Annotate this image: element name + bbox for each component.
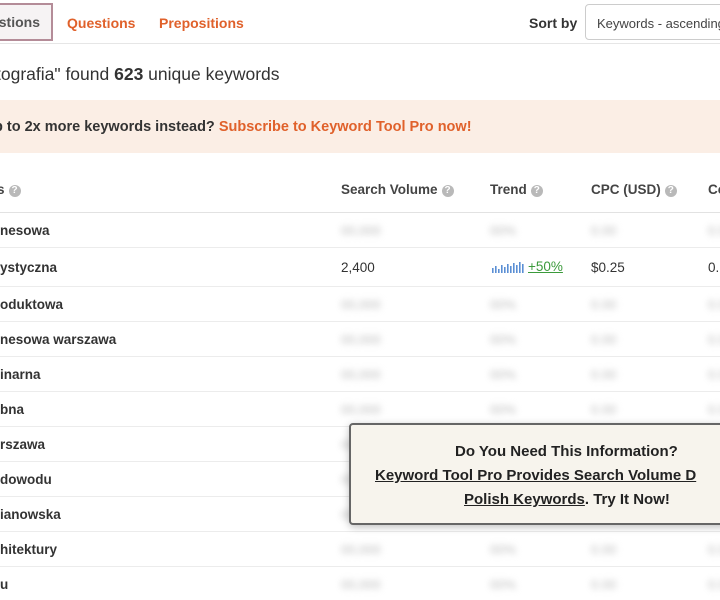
volume-cell-hidden: 00,000 [341,223,381,238]
trend-cell-hidden: 00% [490,367,517,382]
keyword-cell[interactable]: oduktowa [0,297,63,312]
volume-cell: 2,400 [341,260,375,275]
upgrade-banner: p to 2x more keywords instead? Subscribe… [0,100,720,153]
column-header-search-volume[interactable]: Search Volume? [341,182,454,197]
competition-cell: 0. [708,260,720,275]
volume-cell-hidden: 00,000 [341,542,381,557]
help-icon[interactable]: ? [441,185,454,197]
keyword-cell[interactable]: nesowa [0,223,50,238]
competition-cell-hidden: 0.0 [708,223,720,238]
column-header-competition[interactable]: Co [708,182,720,197]
upsell-popup: Do You Need This Information? Keyword To… [349,423,720,525]
popup-cta-text: . Try It Now! [584,491,670,508]
table-row: oduktowa 00,000 00% 0.00 0.0 [0,287,720,322]
tab-label: estions [0,14,40,30]
help-icon[interactable]: ? [664,185,677,197]
cpc-cell-hidden: 0.00 [591,542,617,557]
table-row: hitektury 00,000 00% 0.00 0.0 [0,532,720,567]
keyword-cell[interactable]: inarna [0,367,41,382]
trend-cell: +50% [492,259,563,274]
promo-message: p to 2x more keywords instead? [0,119,219,135]
volume-cell-hidden: 00,000 [341,367,381,382]
table-row: inarna 00,000 00% 0.00 0.0 [0,357,720,392]
popup-line3: Polish Keywords. Try It Now! [464,491,670,508]
cpc-cell-hidden: 0.00 [591,297,617,312]
volume-cell-hidden: 00,000 [341,332,381,347]
summary-prefix: tografia" found [0,64,115,84]
promo-text: p to 2x more keywords instead? Subscribe… [0,119,472,135]
table-row: nesowa warszawa 00,000 00% 0.00 0.0 [0,322,720,357]
column-header-cpc[interactable]: CPC (USD)? [591,182,677,197]
keyword-cell[interactable]: bna [0,402,24,417]
results-summary: tografia" found 623 unique keywords [0,64,280,85]
keyword-cell[interactable]: ianowska [0,507,61,522]
help-icon[interactable]: ? [8,185,21,197]
cpc-cell-hidden: 0.00 [591,402,617,417]
competition-cell-hidden: 0.0 [708,542,720,557]
trend-cell-hidden: 00% [490,577,517,592]
header-label: CPC (USD) [591,182,661,197]
keyword-cell[interactable]: dowodu [0,472,52,487]
trend-cell-hidden: 00% [490,402,517,417]
keyword-cell[interactable]: hitektury [0,542,57,557]
column-header-keywords[interactable]: s? [0,182,21,197]
trend-cell-hidden: 00% [490,297,517,312]
keyword-cell[interactable]: u [0,577,8,592]
competition-cell-hidden: 0.0 [708,367,720,382]
cpc-cell: $0.25 [591,260,625,275]
table-row: bna 00,000 00% 0.00 0.0 [0,392,720,427]
header-label: Co [708,182,720,197]
header-label: Search Volume [341,182,438,197]
competition-cell-hidden: 0.0 [708,297,720,312]
polish-keywords-link[interactable]: Polish Keywords [464,491,585,508]
tab-questions[interactable]: Questions [67,15,135,31]
header-label: s [0,182,5,197]
trend-change-link[interactable]: +50% [528,259,563,274]
keyword-cell[interactable]: rszawa [0,437,45,452]
table-row: u 00,000 00% 0.00 0.0 [0,567,720,600]
cpc-cell-hidden: 0.00 [591,367,617,382]
trend-cell-hidden: 00% [490,542,517,557]
popup-title: Do You Need This Information? [455,443,678,460]
tab-questions-active[interactable]: estions [0,3,53,41]
competition-cell-hidden: 0.0 [708,332,720,347]
trend-cell-hidden: 00% [490,332,517,347]
popup-pro-link[interactable]: Keyword Tool Pro Provides Search Volume … [375,467,696,484]
sort-by-label: Sort by [529,15,578,31]
cpc-cell-hidden: 0.00 [591,577,617,592]
competition-cell-hidden: 0.0 [708,402,720,417]
tab-prepositions[interactable]: Prepositions [159,15,244,31]
keyword-cell[interactable]: nesowa warszawa [0,332,116,347]
cpc-cell-hidden: 0.00 [591,332,617,347]
keyword-tabs-bar: estions Questions Prepositions Sort by K… [0,0,720,44]
volume-cell-hidden: 00,000 [341,297,381,312]
keyword-count: 623 [114,64,144,84]
trend-cell-hidden: 00% [490,223,517,238]
table-row: ystyczna 2,400 +50% $0.25 0. [0,249,720,287]
competition-cell-hidden: 0.0 [708,577,720,592]
keyword-cell[interactable]: ystyczna [0,260,57,275]
column-header-trend[interactable]: Trend? [490,182,543,197]
volume-cell-hidden: 00,000 [341,402,381,417]
cpc-cell-hidden: 0.00 [591,223,617,238]
help-icon[interactable]: ? [530,185,543,197]
header-label: Trend [490,182,527,197]
subscribe-link[interactable]: Subscribe to Keyword Tool Pro now! [219,119,472,135]
trend-sparkline-icon [492,262,524,273]
table-row: nesowa 00,000 00% 0.00 0.0 [0,213,720,248]
volume-cell-hidden: 00,000 [341,577,381,592]
sort-select[interactable]: Keywords - ascending [585,4,720,40]
summary-suffix: unique keywords [143,64,280,84]
